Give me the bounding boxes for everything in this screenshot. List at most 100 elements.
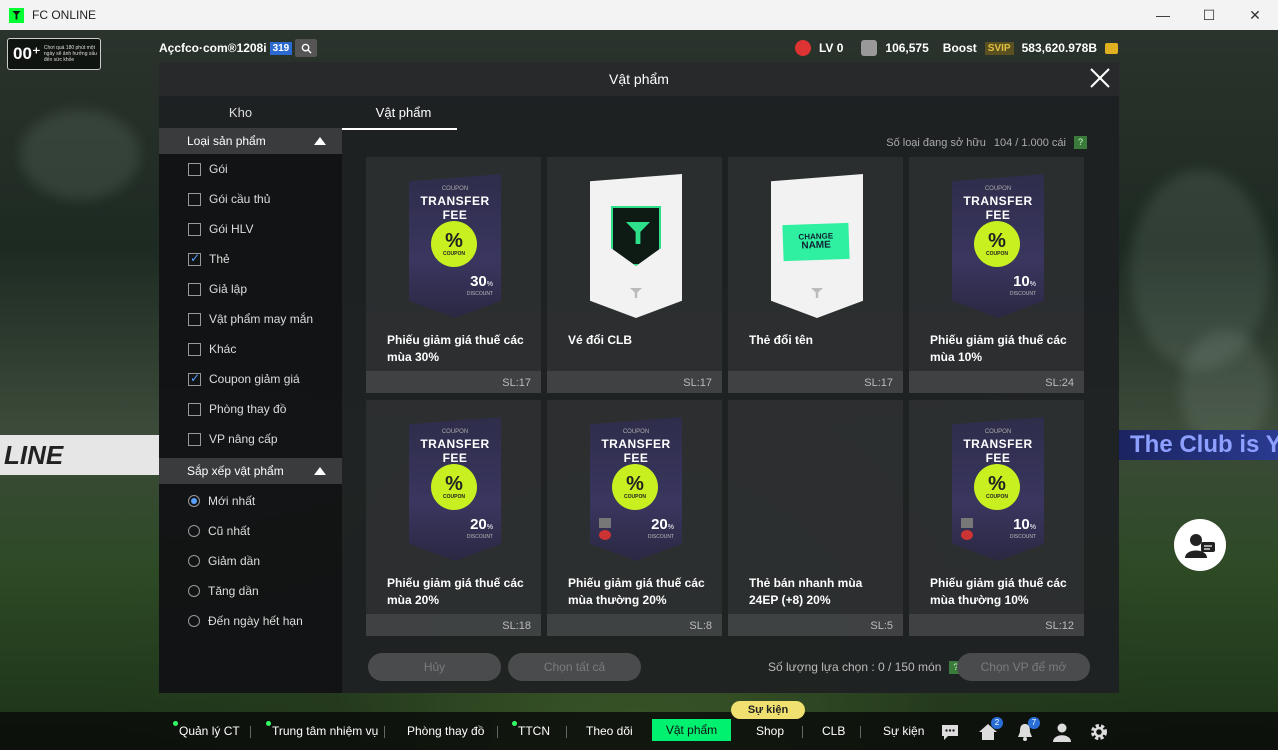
user-info[interactable]: Açcfco·com®1208i 319: [159, 41, 293, 55]
item-card[interactable]: COUPON TRANSFER FEE% COUPON 20% DISCOUNT Phiế…: [547, 400, 722, 636]
modal-header: Vật phẩm: [159, 62, 1119, 96]
modal-close-button[interactable]: [1087, 67, 1113, 93]
sort-section-header[interactable]: Sắp xếp vật phẩm: [159, 458, 342, 484]
fc-logo-icon: [630, 288, 642, 298]
radio-button[interactable]: [188, 585, 200, 597]
item-card[interactable]: COUPON TRANSFER FEE% COUPON 30% DISCOUNT Phiế…: [366, 157, 541, 393]
coupon-top-label: COUPON: [622, 429, 650, 435]
percent-badge-icon: % COUPON: [431, 221, 477, 267]
percent-badge-icon: % COUPON: [612, 464, 658, 510]
cancel-button[interactable]: Hủy: [368, 653, 501, 681]
nav-theo-doi[interactable]: Theo dõi: [586, 724, 633, 738]
nav-phong-thay-do[interactable]: Phòng thay đồ: [407, 724, 484, 738]
sort-option-item[interactable]: Đến ngày hết hạn: [159, 606, 342, 636]
category-filter-label: Khác: [209, 342, 237, 356]
category-filter-label: Giả lập: [209, 282, 248, 296]
category-filter-item[interactable]: Phòng thay đồ: [159, 394, 342, 424]
category-filter-item[interactable]: Gói: [159, 154, 342, 184]
fc-logo-icon: [811, 288, 823, 298]
category-filter-label: Thẻ: [209, 252, 230, 266]
category-filter-item[interactable]: Gói cầu thủ: [159, 184, 342, 214]
coupon-top-label: COUPON: [441, 186, 469, 192]
transfer-fee-coupon-image: COUPON TRANSFER FEE% COUPON 10% DISCOUNT: [952, 174, 1044, 318]
profile-icon[interactable]: [1052, 722, 1072, 742]
item-card[interactable]: COUPON TRANSFER FEE% COUPON 10% DISCOUNT Phiế…: [909, 157, 1084, 393]
checkbox[interactable]: [188, 282, 201, 296]
help-icon[interactable]: ?: [1074, 136, 1087, 149]
coupon-title: TRANSFER FEE: [420, 437, 490, 465]
item-card[interactable]: CHANGE NAME Thẻ đổi tên SL:17: [728, 157, 903, 393]
open-selected-button[interactable]: Chọn VP để mở: [957, 653, 1090, 681]
item-quantity: SL:17: [864, 377, 893, 389]
checkbox[interactable]: [188, 402, 201, 416]
checkbox[interactable]: [188, 192, 201, 206]
coupon-discount: 10% DISCOUNT: [1009, 516, 1036, 540]
radio-button[interactable]: [188, 615, 200, 627]
home-icon[interactable]: 2: [978, 717, 1003, 742]
chat-icon[interactable]: [940, 722, 960, 742]
item-name: Thẻ bán nhanh mùa 24EP (+8) 20%: [749, 576, 863, 607]
checkbox[interactable]: [188, 312, 201, 326]
selection-count: Số lượng lựa chọn : 0 / 150 món ?: [768, 660, 963, 674]
category-filter-label: Gói: [209, 162, 228, 176]
category-filter-item[interactable]: Thẻ: [159, 244, 342, 274]
sort-section-title: Sắp xếp vật phẩm: [187, 464, 284, 478]
age-rating-badge: 00⁺ Chơi quá 180 phút một ngày sẽ ảnh hư…: [7, 38, 101, 70]
sort-option-item[interactable]: Tăng dần: [159, 576, 342, 606]
sort-option-item[interactable]: Giảm dần: [159, 546, 342, 576]
age-rating-text: Chơi quá 180 phút một ngày sẽ ảnh hưởng …: [43, 45, 97, 63]
sort-option-item[interactable]: Cũ nhất: [159, 516, 342, 546]
nav-quan-ly-ct[interactable]: Quản lý CT: [173, 721, 240, 738]
category-section-header[interactable]: Loại sản phẩm: [159, 128, 342, 154]
radio-button[interactable]: [188, 555, 200, 567]
settings-gear-icon[interactable]: [1089, 722, 1109, 742]
category-filter-item[interactable]: Vật phẩm may mắn: [159, 304, 342, 334]
percent-badge-icon: % COUPON: [974, 221, 1020, 267]
checkbox[interactable]: [188, 342, 201, 356]
checkbox[interactable]: [188, 162, 201, 176]
item-card[interactable]: Thẻ bán nhanh mùa 24EP (+8) 20% SL:5: [728, 400, 903, 636]
checkbox[interactable]: [188, 251, 201, 266]
user-search-button[interactable]: [295, 39, 317, 57]
checkbox[interactable]: [188, 222, 201, 236]
nav-clb[interactable]: CLB: [822, 724, 845, 738]
nav-trung-tam-nhiem-vu[interactable]: Trung tâm nhiệm vụ: [265, 721, 378, 738]
checkbox[interactable]: [188, 432, 201, 446]
nav-shop[interactable]: Shop: [756, 724, 784, 738]
category-filter-item[interactable]: Khác: [159, 334, 342, 364]
nav-su-kien[interactable]: Sự kiện: [883, 724, 924, 738]
category-filter-item[interactable]: Gói HLV: [159, 214, 342, 244]
coupon-discount: 10% DISCOUNT: [1009, 273, 1036, 297]
select-all-button[interactable]: Chọn tất cả: [508, 653, 641, 681]
window-close-button[interactable]: ✕: [1232, 0, 1278, 30]
close-icon: [1090, 68, 1110, 88]
owned-count: Số loại đang sở hữu 104 / 1.000 cái ?: [886, 136, 1087, 149]
radio-button[interactable]: [188, 495, 200, 507]
item-name: Phiếu giảm giá thuế các mùa 10%: [930, 333, 1067, 364]
tab-kho[interactable]: Kho: [159, 96, 322, 126]
maximize-button[interactable]: ☐: [1186, 0, 1232, 30]
transfer-fee-coupon-image: COUPON TRANSFER FEE% COUPON 20% DISCOUNT: [590, 417, 682, 561]
tab-vat-pham[interactable]: Vật phẩm: [322, 96, 485, 130]
window-titlebar: FC ONLINE — ☐ ✕: [0, 0, 1278, 30]
category-filter-item[interactable]: Coupon giảm giá: [159, 364, 342, 394]
checkbox[interactable]: [188, 371, 201, 386]
nav-ttcn[interactable]: TTCN: [512, 721, 550, 738]
nav-vat-pham[interactable]: Vật phẩm: [652, 719, 731, 741]
item-quantity: SL:12: [1045, 620, 1074, 632]
item-card[interactable]: COUPON TRANSFER FEE% COUPON 10% DISCOUNT Phiế…: [909, 400, 1084, 636]
bp-coin-icon: [1105, 42, 1118, 54]
radio-button[interactable]: [188, 525, 200, 537]
sort-option-label: Giảm dần: [208, 554, 261, 568]
bell-icon[interactable]: 7: [1015, 717, 1040, 742]
item-card[interactable]: COUPON TRANSFER FEE% COUPON 20% DISCOUNT Phiế…: [366, 400, 541, 636]
item-card[interactable]: Vé đổi CLB SL:17: [547, 157, 722, 393]
transfer-fee-coupon-image: COUPON TRANSFER FEE% COUPON 30% DISCOUNT: [409, 174, 501, 318]
minimize-button[interactable]: —: [1140, 0, 1186, 30]
item-name: Phiếu giảm giá thuế các mùa 30%: [387, 333, 524, 364]
category-filter-item[interactable]: VP nâng cấp: [159, 424, 342, 454]
sort-option-item[interactable]: Mới nhất: [159, 486, 342, 516]
chat-support-button[interactable]: [1174, 519, 1226, 571]
category-filter-item[interactable]: Giả lập: [159, 274, 342, 304]
boost-label: Boost: [942, 41, 977, 55]
